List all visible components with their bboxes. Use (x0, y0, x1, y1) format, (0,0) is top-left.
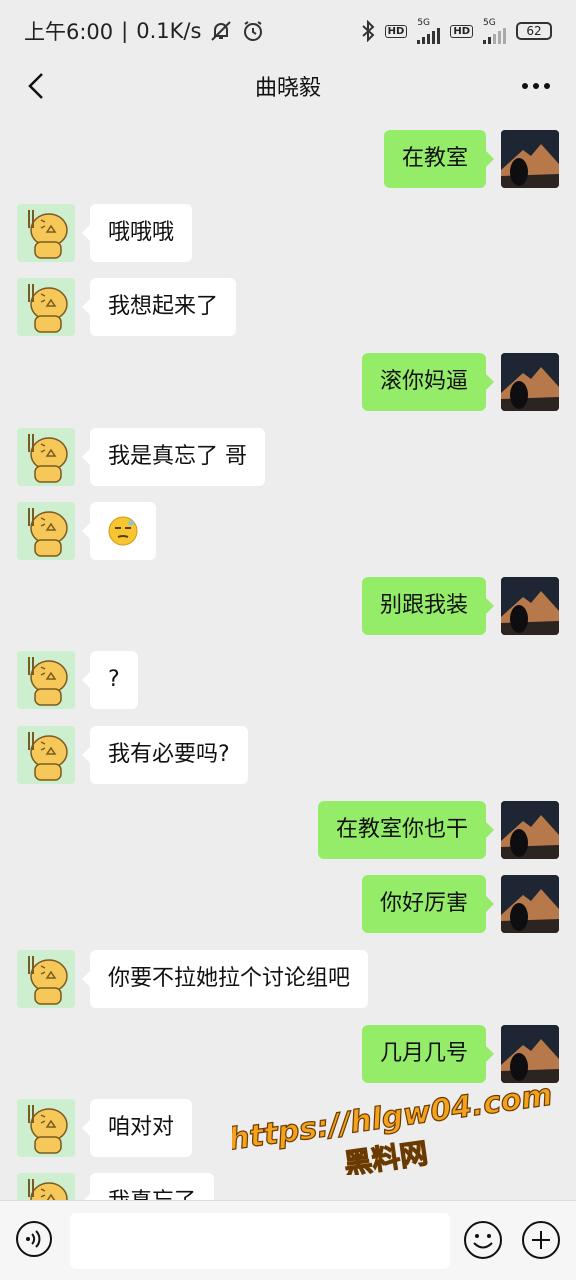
mountain-avatar-image (501, 1025, 559, 1083)
tiger-avatar-image (17, 204, 75, 262)
signal-label-2: 5G (483, 17, 496, 28)
message-bubble-received[interactable]: 我有必要吗? (82, 726, 248, 784)
message-row: 滚你妈逼 (0, 353, 576, 411)
message-row: 我有必要吗? (0, 726, 576, 784)
message-row (0, 502, 576, 560)
signal-icon: 5G (417, 17, 441, 44)
tiger-avatar-image (17, 651, 75, 709)
mountain-avatar-image (501, 130, 559, 188)
back-button[interactable] (16, 66, 56, 106)
tiger-avatar-image (17, 502, 75, 560)
contact-avatar[interactable] (17, 502, 75, 560)
message-row: 你要不拉她拉个讨论组吧 (0, 950, 576, 1008)
message-bubble-received[interactable]: ? (82, 651, 138, 709)
more-button[interactable] (516, 66, 556, 106)
status-bar: 上午6:00 | 0.1K/s HD 5G HD 5G 62 (0, 0, 576, 62)
more-functions-button[interactable] (520, 1219, 562, 1261)
alarm-icon (244, 21, 263, 41)
hd-badge-1: HD (384, 24, 408, 38)
my-avatar[interactable] (501, 1025, 559, 1083)
message-row: 哦哦哦 (0, 204, 576, 262)
message-bubble-sent[interactable]: 滚你妈逼 (361, 353, 495, 411)
message-row: ? (0, 651, 576, 709)
message-row: 别跟我装 (0, 577, 576, 635)
mountain-avatar-image (501, 353, 559, 411)
message-row: 在教室 (0, 130, 576, 188)
message-row: 我是真忘了 哥 (0, 428, 576, 486)
contact-avatar[interactable] (17, 1099, 75, 1157)
contact-avatar[interactable] (17, 651, 75, 709)
my-avatar[interactable] (501, 801, 559, 859)
message-row: 你好厉害 (0, 875, 576, 933)
message-bubble-sent[interactable]: 在教室你也干 (317, 801, 495, 859)
battery-level: 62 (526, 24, 542, 38)
signal-icon-2: 5G (483, 17, 506, 44)
tiger-avatar-image (17, 428, 75, 486)
message-row: 我想起来了 (0, 278, 576, 336)
my-avatar[interactable] (501, 875, 559, 933)
tiger-avatar-image (17, 1099, 75, 1157)
voice-button[interactable] (14, 1219, 54, 1259)
input-bar (0, 1200, 576, 1280)
message-bubble-received[interactable]: 哦哦哦 (81, 204, 193, 262)
contact-avatar[interactable] (17, 1173, 75, 1200)
contact-avatar[interactable] (17, 278, 75, 336)
emoji-icon (464, 1221, 502, 1259)
my-avatar[interactable] (501, 130, 559, 188)
message-bubble-sent[interactable]: 几月几号 (361, 1025, 495, 1083)
tiger-avatar-image (17, 726, 75, 784)
status-net-speed: 0.1K/s (136, 19, 202, 43)
chat-title: 曲晓毅 (254, 76, 321, 101)
tiger-avatar-image (17, 1173, 75, 1200)
mountain-avatar-image (501, 875, 559, 933)
tiger-avatar-image (17, 950, 75, 1008)
chevron-left-icon (28, 73, 43, 99)
status-right: HD 5G HD 5G 62 (361, 17, 552, 44)
message-bubble-received[interactable]: 我是真忘了 哥 (82, 428, 265, 486)
message-row: 我真忘了 (0, 1173, 576, 1200)
message-bubble-received[interactable] (82, 502, 156, 560)
message-row: 在教室你也干 (0, 801, 576, 859)
bluetooth-icon (361, 20, 375, 42)
voice-icon (16, 1221, 52, 1257)
message-input[interactable] (70, 1213, 450, 1269)
message-bubble-received[interactable]: 我真忘了 (81, 1173, 215, 1200)
message-bubble-sent[interactable]: 你好厉害 (361, 875, 495, 933)
contact-avatar[interactable] (17, 428, 75, 486)
contact-avatar[interactable] (17, 950, 75, 1008)
message-row: 几月几号 (0, 1025, 576, 1083)
contact-avatar[interactable] (17, 204, 75, 262)
mute-icon (211, 21, 232, 41)
hd-badge-2: HD (450, 24, 473, 38)
emoji-button[interactable] (462, 1219, 504, 1261)
message-bubble-sent[interactable]: 在教室 (383, 130, 495, 188)
message-bubble-received[interactable]: 你要不拉她拉个讨论组吧 (81, 950, 369, 1008)
tiger-avatar-image (17, 278, 75, 336)
message-bubble-received[interactable]: 咱对对 (81, 1099, 193, 1157)
status-divider: | (121, 19, 129, 43)
battery-icon: 62 (516, 22, 552, 40)
more-dots-icon (522, 83, 550, 89)
my-avatar[interactable] (501, 353, 559, 411)
message-row: 咱对对 (0, 1099, 576, 1157)
mountain-avatar-image (501, 801, 559, 859)
chat-header: 曲晓毅 (0, 62, 576, 110)
plus-icon (522, 1221, 560, 1259)
chat-message-list[interactable]: 在教室 哦哦哦 我想起来了 滚你妈逼 我是真忘了 哥 别跟我装 ? 我有必要吗?… (0, 110, 576, 1200)
status-time: 上午6:00 (24, 20, 114, 44)
message-bubble-sent[interactable]: 别跟我装 (361, 577, 495, 635)
my-avatar[interactable] (501, 577, 559, 635)
status-left: 上午6:00 | 0.1K/s (24, 16, 265, 46)
signal-label-1: 5G (417, 17, 431, 28)
smirk-face-emoji (108, 516, 138, 546)
contact-avatar[interactable] (17, 726, 75, 784)
mountain-avatar-image (501, 577, 559, 635)
message-bubble-received[interactable]: 我想起来了 (81, 278, 237, 336)
